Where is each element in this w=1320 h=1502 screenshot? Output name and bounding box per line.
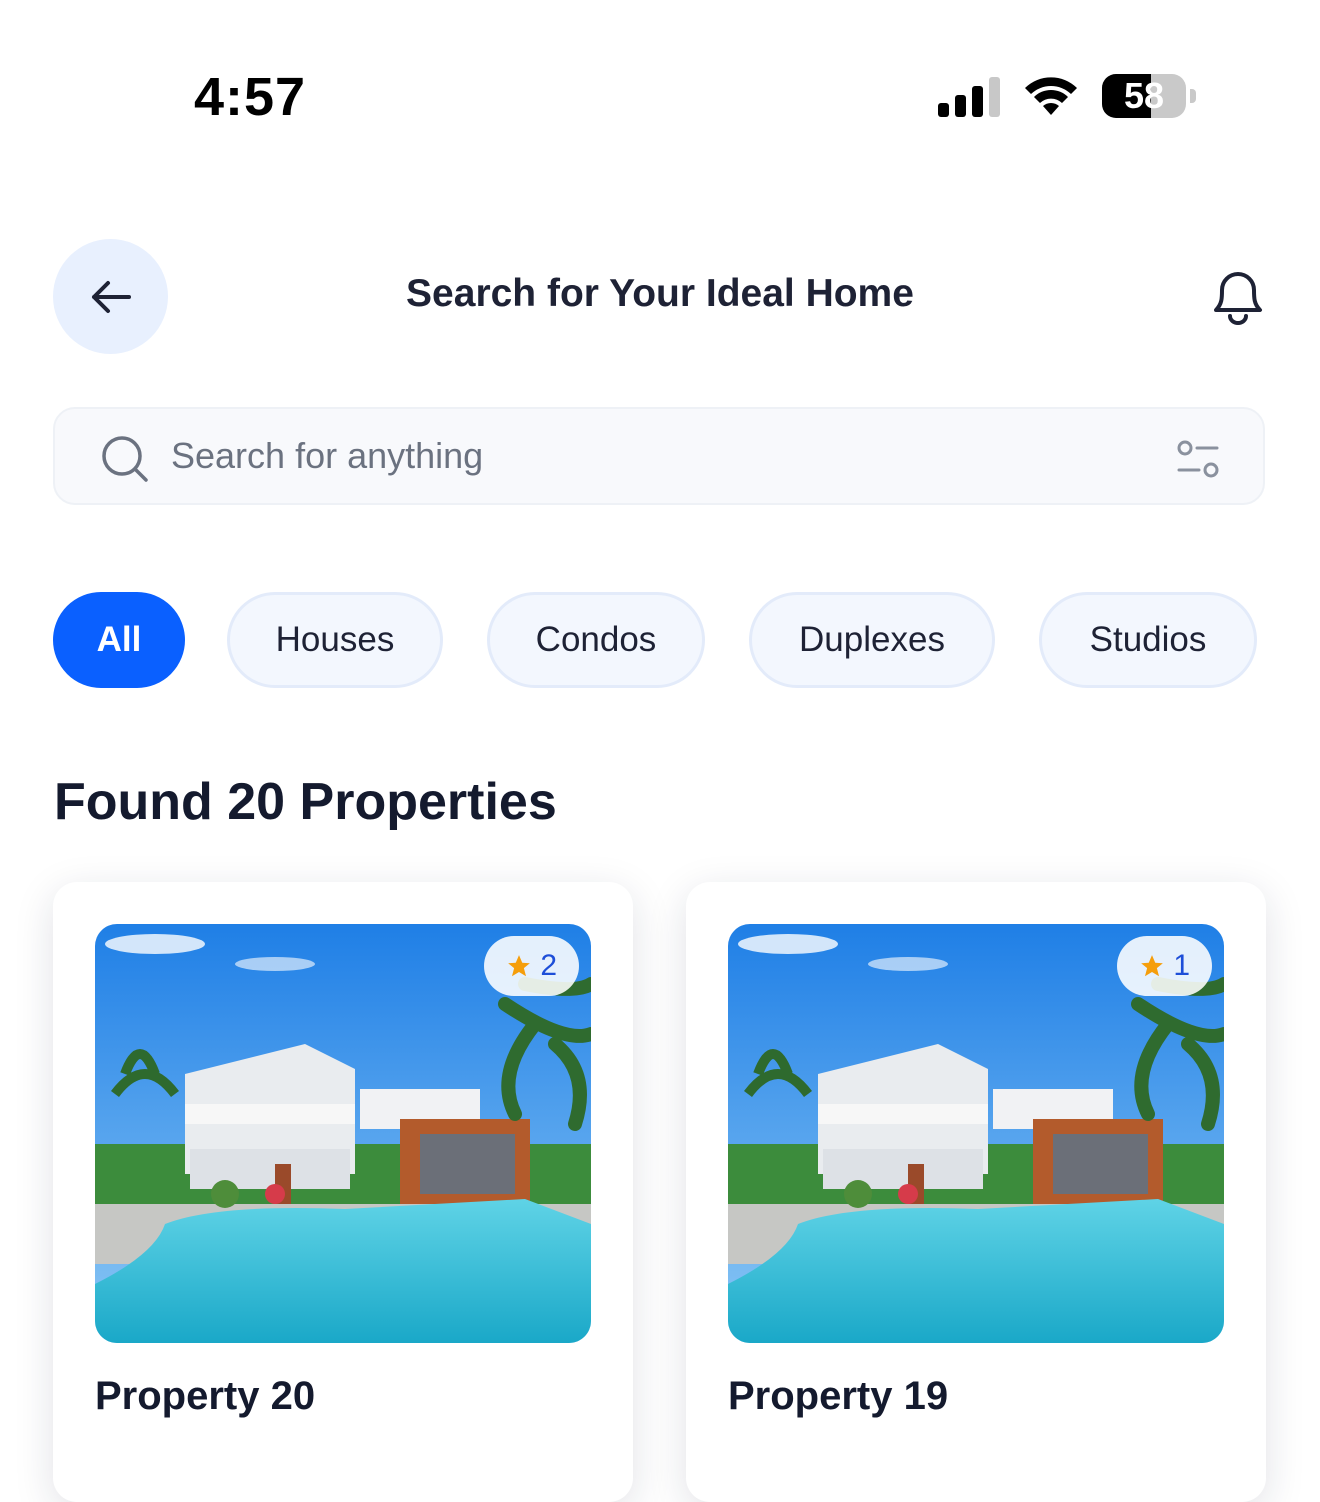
results-heading: Found 20 Properties	[54, 773, 557, 831]
search-bar	[53, 407, 1265, 505]
wifi-icon	[1025, 77, 1077, 115]
property-card[interactable]: 2 Property 20	[53, 882, 633, 1502]
chip-all[interactable]: All	[53, 592, 185, 688]
property-image: 1	[728, 924, 1224, 1343]
battery-icon: 58	[1102, 74, 1186, 118]
search-icon	[102, 436, 148, 482]
property-title: Property 20	[95, 1374, 316, 1418]
chip-condos[interactable]: Condos	[487, 592, 705, 688]
chip-duplexes[interactable]: Duplexes	[749, 592, 995, 688]
rating-badge: 1	[1117, 936, 1212, 996]
bell-icon	[1214, 272, 1262, 325]
battery-level: 58	[1123, 75, 1165, 116]
status-indicators: 58	[938, 74, 1196, 118]
rating-badge: 2	[484, 936, 579, 996]
star-icon	[1141, 955, 1164, 977]
rating-value: 1	[1173, 949, 1190, 982]
property-title: Property 19	[728, 1374, 949, 1418]
chip-studios[interactable]: Studios	[1039, 592, 1257, 688]
property-card[interactable]: 1 Property 19	[686, 882, 1266, 1502]
rating-value: 2	[540, 949, 557, 982]
property-image: 2	[95, 924, 591, 1343]
star-icon	[508, 955, 531, 977]
cellular-signal-icon	[938, 75, 1000, 117]
filter-settings-icon[interactable]	[1175, 439, 1221, 479]
search-input[interactable]	[171, 429, 1071, 483]
chip-houses[interactable]: Houses	[227, 592, 443, 688]
notifications-button[interactable]	[1208, 266, 1268, 328]
page-title: Search for Your Ideal Home	[406, 272, 914, 315]
status-time: 4:57	[194, 67, 307, 127]
